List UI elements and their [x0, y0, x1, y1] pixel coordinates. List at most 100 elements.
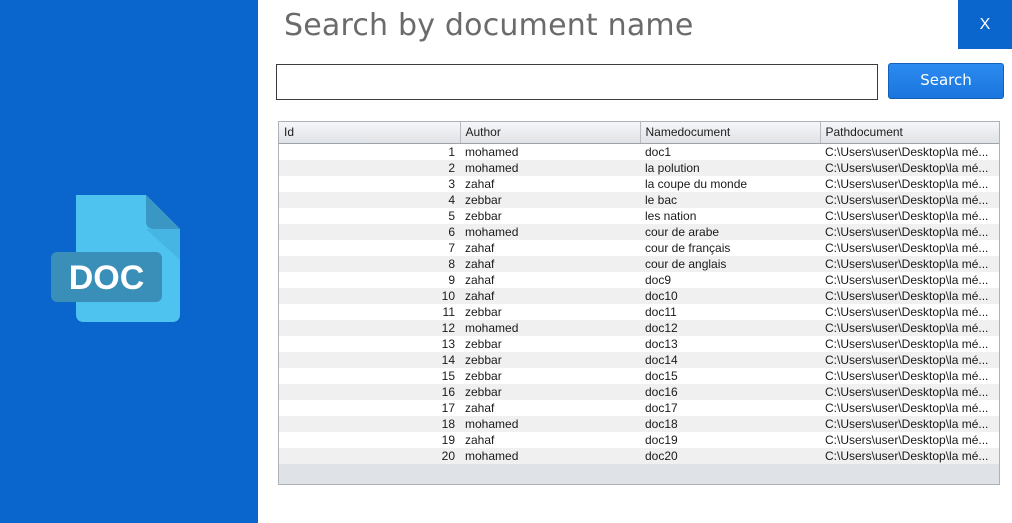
cell-id: 9 [279, 271, 460, 288]
search-button[interactable]: Search [888, 63, 1004, 99]
cell-pathdocument: C:\Users\user\Desktop\la mé... [820, 239, 999, 256]
cell-author: zahaf [460, 239, 640, 256]
cell-author: mohamed [460, 159, 640, 176]
doc-icon-label: DOC [69, 259, 145, 297]
cell-namedocument: doc9 [640, 271, 820, 288]
cell-pathdocument: C:\Users\user\Desktop\la mé... [820, 207, 999, 224]
cell-pathdocument: C:\Users\user\Desktop\la mé... [820, 399, 999, 416]
cell-pathdocument: C:\Users\user\Desktop\la mé... [820, 383, 999, 400]
search-input[interactable] [276, 64, 878, 100]
documents-table[interactable]: Id Author Namedocument Pathdocument 1 moh… [278, 121, 1000, 485]
cell-namedocument: cour de français [640, 239, 820, 256]
cell-pathdocument: C:\Users\user\Desktop\la mé... [820, 367, 999, 384]
page-title: Search by document name [284, 8, 694, 43]
cell-id: 20 [279, 447, 460, 464]
cell-namedocument: les nation [640, 207, 820, 224]
cell-pathdocument: C:\Users\user\Desktop\la mé... [820, 175, 999, 192]
cell-author: zahaf [460, 271, 640, 288]
cell-id: 15 [279, 367, 460, 384]
cell-pathdocument: C:\Users\user\Desktop\la mé... [820, 431, 999, 448]
cell-id: 7 [279, 239, 460, 256]
cell-author: mohamed [460, 415, 640, 432]
cell-namedocument: cour de arabe [640, 223, 820, 240]
table-row[interactable]: 12 mohamed doc12 C:\Users\user\Desktop\la m… [279, 319, 999, 336]
cell-author: zebbar [460, 383, 640, 400]
cell-pathdocument: C:\Users\user\Desktop\la mé... [820, 223, 999, 240]
table-row[interactable]: 4 zebbar le bac C:\Users\user\Desktop\la mé… [279, 191, 999, 208]
cell-id: 10 [279, 287, 460, 304]
cell-id: 14 [279, 351, 460, 368]
close-button[interactable]: X [958, 0, 1012, 49]
column-header-namedocument[interactable]: Namedocument [640, 122, 821, 144]
cell-id: 17 [279, 399, 460, 416]
cell-pathdocument: C:\Users\user\Desktop\la mé... [820, 159, 999, 176]
cell-author: zebbar [460, 367, 640, 384]
table-row[interactable]: 9 zahaf doc9 C:\Users\user\Desktop\la mé... [279, 271, 999, 288]
column-header-author[interactable]: Author [460, 122, 641, 144]
cell-namedocument: doc12 [640, 319, 820, 336]
cell-namedocument: doc10 [640, 287, 820, 304]
table-row[interactable]: 1 mohamed doc1 C:\Users\user\Desktop\la mé.… [279, 143, 999, 160]
cell-author: zebbar [460, 191, 640, 208]
cell-id: 19 [279, 431, 460, 448]
cell-id: 2 [279, 159, 460, 176]
sidebar: DOC [0, 0, 258, 523]
cell-pathdocument: C:\Users\user\Desktop\la mé... [820, 303, 999, 320]
table-row[interactable]: 5 zebbar les nation C:\Users\user\Desktop\l… [279, 207, 999, 224]
cell-namedocument: cour de anglais [640, 255, 820, 272]
cell-id: 11 [279, 303, 460, 320]
table-row[interactable]: 19 zahaf doc19 C:\Users\user\Desktop\la mé.… [279, 431, 999, 448]
table-row[interactable]: 18 mohamed doc18 C:\Users\user\Desktop\la m… [279, 415, 999, 432]
table-row[interactable]: 2 mohamed la polution C:\Users\user\Desktop… [279, 159, 999, 176]
cell-id: 18 [279, 415, 460, 432]
table-row[interactable]: 11 zebbar doc11 C:\Users\user\Desktop\la mé… [279, 303, 999, 320]
table-row[interactable]: 20 mohamed doc20 C:\Users\user\Desktop\la m… [279, 447, 999, 464]
cell-namedocument: la coupe du monde [640, 175, 820, 192]
cell-namedocument: doc19 [640, 431, 820, 448]
cell-author: mohamed [460, 223, 640, 240]
cell-id: 3 [279, 175, 460, 192]
cell-namedocument: doc18 [640, 415, 820, 432]
cell-id: 16 [279, 383, 460, 400]
column-header-id[interactable]: Id [279, 122, 461, 144]
cell-pathdocument: C:\Users\user\Desktop\la mé... [820, 447, 999, 464]
cell-pathdocument: C:\Users\user\Desktop\la mé... [820, 335, 999, 352]
table-row[interactable]: 3 zahaf la coupe du monde C:\Users\user\Des… [279, 175, 999, 192]
cell-author: zebbar [460, 303, 640, 320]
table-row[interactable]: 6 mohamed cour de arabe C:\Users\user\Deskt… [279, 223, 999, 240]
cell-author: zebbar [460, 335, 640, 352]
table-row[interactable]: 17 zahaf doc17 C:\Users\user\Desktop\la mé.… [279, 399, 999, 416]
table-row[interactable]: 8 zahaf cour de anglais C:\Users\user\Deskt… [279, 255, 999, 272]
cell-namedocument: la polution [640, 159, 820, 176]
table-row[interactable]: 16 zebbar doc16 C:\Users\user\Desktop\la mé… [279, 383, 999, 400]
cell-author: zahaf [460, 399, 640, 416]
cell-namedocument: doc15 [640, 367, 820, 384]
table-body: 1 mohamed doc1 C:\Users\user\Desktop\la mé.… [279, 143, 999, 464]
table-row[interactable]: 15 zebbar doc15 C:\Users\user\Desktop\la mé… [279, 367, 999, 384]
cell-pathdocument: C:\Users\user\Desktop\la mé... [820, 271, 999, 288]
cell-namedocument: doc16 [640, 383, 820, 400]
table-row[interactable]: 14 zebbar doc14 C:\Users\user\Desktop\la mé… [279, 351, 999, 368]
cell-id: 6 [279, 223, 460, 240]
cell-namedocument: doc17 [640, 399, 820, 416]
cell-namedocument: doc20 [640, 447, 820, 464]
doc-file-icon: DOC [51, 195, 180, 322]
cell-namedocument: doc11 [640, 303, 820, 320]
cell-author: zahaf [460, 287, 640, 304]
cell-pathdocument: C:\Users\user\Desktop\la mé... [820, 287, 999, 304]
cell-author: zahaf [460, 255, 640, 272]
cell-namedocument: doc13 [640, 335, 820, 352]
column-header-pathdocument[interactable]: Pathdocument [820, 122, 999, 144]
table-header-row: Id Author Namedocument Pathdocument [279, 122, 999, 144]
cell-id: 5 [279, 207, 460, 224]
table-row[interactable]: 10 zahaf doc10 C:\Users\user\Desktop\la mé.… [279, 287, 999, 304]
table-row[interactable]: 13 zebbar doc13 C:\Users\user\Desktop\la mé… [279, 335, 999, 352]
cell-author: mohamed [460, 447, 640, 464]
cell-pathdocument: C:\Users\user\Desktop\la mé... [820, 351, 999, 368]
cell-pathdocument: C:\Users\user\Desktop\la mé... [820, 143, 999, 160]
cell-namedocument: doc14 [640, 351, 820, 368]
table-row[interactable]: 7 zahaf cour de français C:\Users\user\Desk… [279, 239, 999, 256]
cell-id: 12 [279, 319, 460, 336]
cell-author: mohamed [460, 143, 640, 160]
cell-id: 8 [279, 255, 460, 272]
